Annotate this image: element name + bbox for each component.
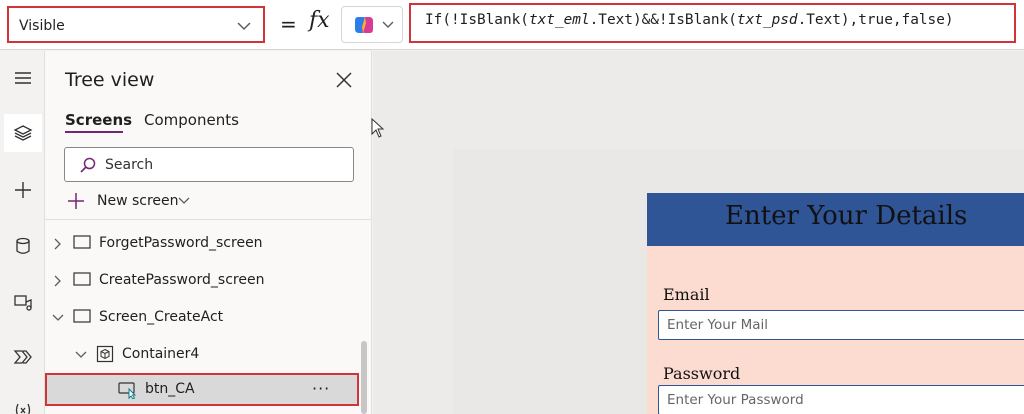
formula-bar: Visible = fx If(!IsBlank(txt_eml.Text)&&… [0, 0, 1024, 50]
tab-components[interactable]: Components [144, 111, 239, 129]
tree-node-label: CreatePassword_screen [99, 272, 265, 288]
tree-node-screen[interactable]: CreatePassword_screen [45, 262, 372, 298]
tree-node-label: ForgetPassword_screen [99, 235, 263, 251]
left-rail [0, 51, 45, 414]
selection-highlight [45, 373, 359, 406]
details-form: Enter Your Details Email Enter Your Mail… [647, 193, 1024, 414]
property-value: Visible [19, 18, 65, 34]
chevron-down-icon [237, 22, 251, 31]
plus-icon [68, 193, 84, 209]
tree-node-screen[interactable]: Screen_CreateAct [45, 299, 372, 335]
tree-view-title: Tree view [65, 69, 155, 91]
formula-part: If(!IsBlank( [425, 12, 529, 28]
formula-identifier: txt_eml [528, 12, 590, 28]
mouse-cursor-icon [371, 118, 385, 138]
password-placeholder: Enter Your Password [667, 392, 804, 408]
copilot-button[interactable] [341, 6, 403, 43]
tree-node-container[interactable]: Container4 [45, 336, 372, 372]
email-field[interactable]: Enter Your Mail [658, 310, 1024, 340]
chevron-right-icon[interactable] [54, 238, 62, 250]
form-title: Enter Your Details [725, 201, 968, 231]
form-header: Enter Your Details [647, 193, 1024, 246]
divider [45, 219, 372, 220]
tree-node-screen[interactable]: ForgetPassword_screen [45, 225, 372, 261]
layers-icon[interactable] [4, 114, 42, 152]
close-icon[interactable] [335, 71, 353, 89]
new-screen-label: New screen [97, 193, 179, 209]
chevron-right-icon[interactable] [54, 275, 62, 287]
database-icon[interactable] [4, 227, 42, 265]
tree-node-label: Container4 [122, 346, 200, 362]
property-dropdown[interactable]: Visible [7, 6, 265, 43]
chevron-down-icon[interactable] [52, 314, 64, 322]
formula-input[interactable]: If(!IsBlank(txt_eml.Text)&&!IsBlank(txt_… [409, 3, 1016, 43]
new-screen-button[interactable]: New screen [65, 189, 205, 213]
plus-icon[interactable] [4, 171, 42, 209]
screen-icon [73, 235, 91, 249]
screen-icon [73, 272, 91, 286]
formula-text: If(!IsBlank(txt_eml.Text)&&!IsBlank(txt_… [425, 12, 954, 28]
search-input[interactable] [105, 155, 335, 175]
tab-screens[interactable]: Screens [65, 111, 132, 129]
email-label: Email [663, 285, 710, 304]
chevron-down-icon[interactable] [75, 351, 87, 359]
tree-scrollbar[interactable] [361, 341, 367, 414]
formula-part: .Text),true,false) [797, 12, 954, 28]
fx-icon[interactable]: fx [309, 8, 330, 33]
equals-sign: = [280, 12, 297, 36]
search-box[interactable] [64, 147, 354, 182]
active-tab-indicator [65, 131, 123, 133]
formula-identifier: txt_psd [736, 12, 798, 28]
screen-icon [73, 309, 91, 323]
password-label: Password [663, 364, 741, 383]
tree-node-label: Screen_CreateAct [99, 309, 224, 325]
hamburger-icon[interactable] [4, 59, 42, 97]
variables-icon[interactable] [4, 391, 42, 414]
app-window: Visible = fx If(!IsBlank(txt_eml.Text)&&… [0, 0, 1024, 414]
formula-part: .Text)&&!IsBlank( [589, 12, 737, 28]
container-icon [96, 345, 114, 363]
chevron-down-icon [382, 21, 394, 28]
copilot-icon [355, 17, 373, 33]
search-icon [80, 157, 96, 173]
chevron-down-icon [178, 197, 190, 204]
tree-view-panel: Tree view Screens Components New screen [45, 51, 372, 414]
power-automate-icon[interactable] [4, 338, 42, 376]
email-placeholder: Enter Your Mail [667, 317, 769, 333]
media-icon[interactable] [4, 283, 42, 321]
password-field[interactable]: Enter Your Password [658, 385, 1024, 414]
